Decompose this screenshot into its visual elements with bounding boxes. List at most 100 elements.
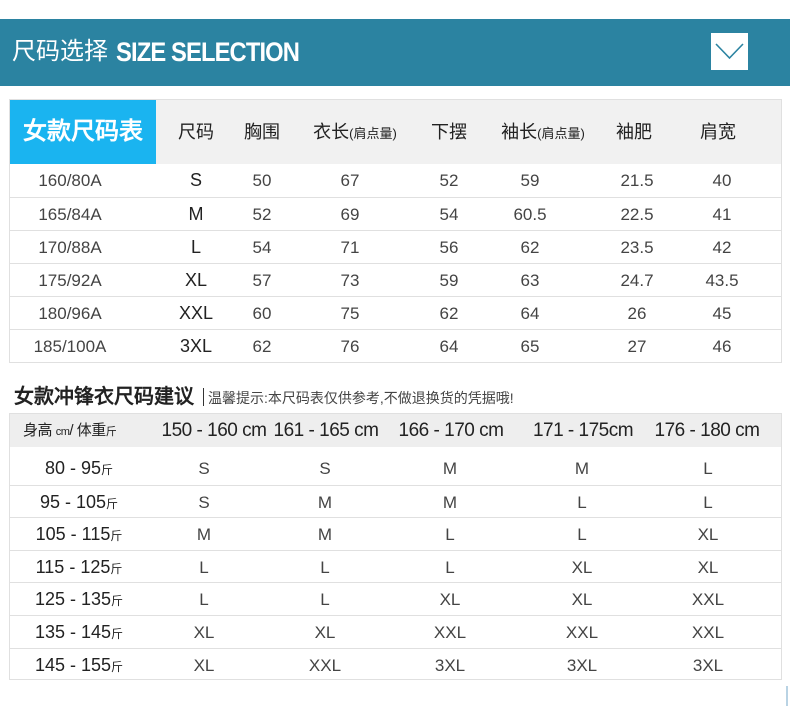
cell-size: M bbox=[196, 525, 212, 545]
chevron-down-icon bbox=[715, 43, 744, 60]
cell-size: XL bbox=[571, 590, 593, 610]
cell-size: L bbox=[703, 492, 713, 512]
cell-length: 75 bbox=[340, 304, 360, 323]
cell-size: XXL bbox=[691, 623, 725, 642]
cell-size: XL bbox=[193, 623, 215, 642]
recommend-title: 女款冲锋衣尺码建议 bbox=[14, 386, 194, 408]
cell-size: M bbox=[442, 459, 458, 478]
weight-unit: 斤 bbox=[106, 496, 119, 511]
cell-weight: 145 - 155斤 bbox=[24, 649, 134, 682]
cell-shoulder: 40 bbox=[712, 171, 732, 190]
cell-size: M bbox=[317, 492, 333, 512]
weight-range: 125 - 135 bbox=[34, 589, 112, 610]
weight-range: 80 - 95 bbox=[44, 458, 102, 478]
cell-length: 73 bbox=[340, 271, 360, 290]
header-height-4: 176 - 180 cm bbox=[654, 420, 760, 441]
cell-hem: 54 bbox=[439, 205, 459, 224]
expand-button[interactable] bbox=[711, 33, 748, 70]
weight-unit: 斤 bbox=[110, 529, 123, 544]
table-row: 170/88A L 54 71 56 62 23.5 42 bbox=[10, 230, 781, 263]
header-shoulder: 肩宽 bbox=[700, 122, 736, 142]
weight-unit: 斤 bbox=[111, 659, 124, 674]
cell-weight: 115 - 125斤 bbox=[24, 551, 134, 584]
weight-range: 105 - 115 bbox=[35, 524, 111, 545]
header-length-note: (肩点量) bbox=[349, 126, 397, 141]
cell-size: XL bbox=[193, 655, 215, 675]
cell-shoulder: 45 bbox=[712, 304, 732, 323]
cell-size: L bbox=[703, 459, 713, 478]
header-hem: 下摆 bbox=[431, 122, 467, 142]
cell-size: L bbox=[577, 492, 587, 512]
cell-length: 69 bbox=[340, 205, 360, 224]
size-selection-banner: 尺码选择 SIZE SELECTION bbox=[0, 19, 790, 86]
cell-size: L bbox=[445, 525, 455, 545]
cell-sleeve: 64 bbox=[520, 304, 540, 323]
edge-mark bbox=[786, 686, 788, 706]
cell-chest: 50 bbox=[252, 171, 272, 190]
table-row: 180/96A XXL 60 75 62 64 26 45 bbox=[10, 296, 781, 329]
cell-shoulder: 42 bbox=[712, 238, 732, 257]
cell-weight: 125 - 135斤 bbox=[24, 583, 134, 616]
cell-size: L bbox=[190, 237, 201, 257]
cell-size: L bbox=[320, 557, 330, 577]
weight-range: 145 - 155 bbox=[34, 654, 112, 675]
cell-chest: 60 bbox=[252, 304, 272, 323]
cell-size: S bbox=[319, 459, 331, 478]
cell-spec: 180/96A bbox=[38, 304, 102, 323]
weight-range: 95 - 105 bbox=[39, 491, 107, 512]
table-row: 145 - 155斤 XL XXL 3XL 3XL 3XL bbox=[10, 647, 781, 682]
recommend-table: 身高 cm/ 体重斤 150 - 160 cm 161 - 165 cm 166… bbox=[9, 413, 782, 680]
cell-shoulder: 46 bbox=[712, 337, 732, 356]
header-sleeve: 袖长(肩点量) bbox=[494, 100, 592, 164]
cell-sleeve: 60.5 bbox=[513, 205, 547, 224]
cell-chest: 57 bbox=[252, 271, 272, 290]
cell-size: XL bbox=[184, 270, 208, 290]
cell-spec: 165/84A bbox=[38, 205, 102, 224]
recommend-heading: 女款冲锋衣尺码建议 温馨提示:本尺码表仅供参考,不做退换货的凭据哦! bbox=[14, 384, 514, 410]
corner-cm: cm bbox=[55, 426, 70, 438]
recommend-tip: 温馨提示:本尺码表仅供参考,不做退换货的凭据哦! bbox=[208, 390, 514, 406]
table-row: 160/80A S 50 67 52 59 21.5 40 bbox=[10, 164, 781, 197]
cell-size: 3XL bbox=[566, 655, 598, 675]
table-row: 115 - 125斤 L L L XL XL bbox=[10, 549, 781, 584]
header-height-1: 161 - 165 cm bbox=[273, 420, 379, 441]
table-row: 165/84A M 52 69 54 60.5 22.5 41 bbox=[10, 197, 781, 230]
cell-size: 3XL bbox=[434, 655, 466, 675]
cell-weight: 95 - 105斤 bbox=[24, 486, 134, 519]
corner-jin: 斤 bbox=[105, 426, 117, 438]
cell-spec: 160/80A bbox=[38, 171, 102, 190]
cell-size: XXL bbox=[308, 655, 342, 675]
banner-title-en: SIZE SELECTION bbox=[116, 37, 300, 67]
banner-title-cn: 尺码选择 bbox=[12, 38, 108, 65]
header-size: 尺码 bbox=[178, 122, 214, 142]
cell-size: L bbox=[320, 590, 330, 610]
cell-size: S bbox=[198, 459, 210, 478]
cell-size: L bbox=[199, 590, 209, 610]
cell-spec: 175/92A bbox=[38, 271, 102, 290]
cell-weight: 135 - 145斤 bbox=[24, 616, 134, 649]
cell-size: S bbox=[198, 492, 210, 512]
cell-size: XL bbox=[697, 525, 719, 545]
cell-size: 3XL bbox=[179, 336, 213, 356]
table-row: 105 - 115斤 M M L L XL bbox=[10, 517, 781, 550]
cell-size: XXL bbox=[691, 590, 725, 610]
cell-size: XXL bbox=[433, 623, 467, 642]
cell-spec: 170/88A bbox=[38, 238, 102, 257]
weight-unit: 斤 bbox=[101, 463, 114, 477]
weight-unit: 斤 bbox=[111, 594, 124, 609]
header-length-label: 衣长 bbox=[313, 122, 350, 142]
cell-size: XL bbox=[697, 557, 719, 577]
weight-range: 115 - 125 bbox=[35, 556, 111, 577]
cell-length: 71 bbox=[340, 238, 360, 257]
header-length: 衣长(肩点量) bbox=[306, 100, 404, 164]
cell-chest: 62 bbox=[252, 337, 272, 356]
table-row: 185/100A 3XL 62 76 64 65 27 46 bbox=[10, 329, 781, 362]
header-sleeve-width: 袖肥 bbox=[616, 122, 652, 142]
header-sleeve-note: (肩点量) bbox=[537, 126, 585, 141]
header-height-3: 171 - 175cm bbox=[532, 420, 634, 441]
weight-unit: 斤 bbox=[110, 561, 123, 576]
cell-weight: 105 - 115斤 bbox=[24, 518, 134, 551]
corner-weight: / 体重 bbox=[69, 422, 106, 439]
cell-size: L bbox=[199, 557, 209, 577]
cell-size: M bbox=[317, 525, 333, 545]
